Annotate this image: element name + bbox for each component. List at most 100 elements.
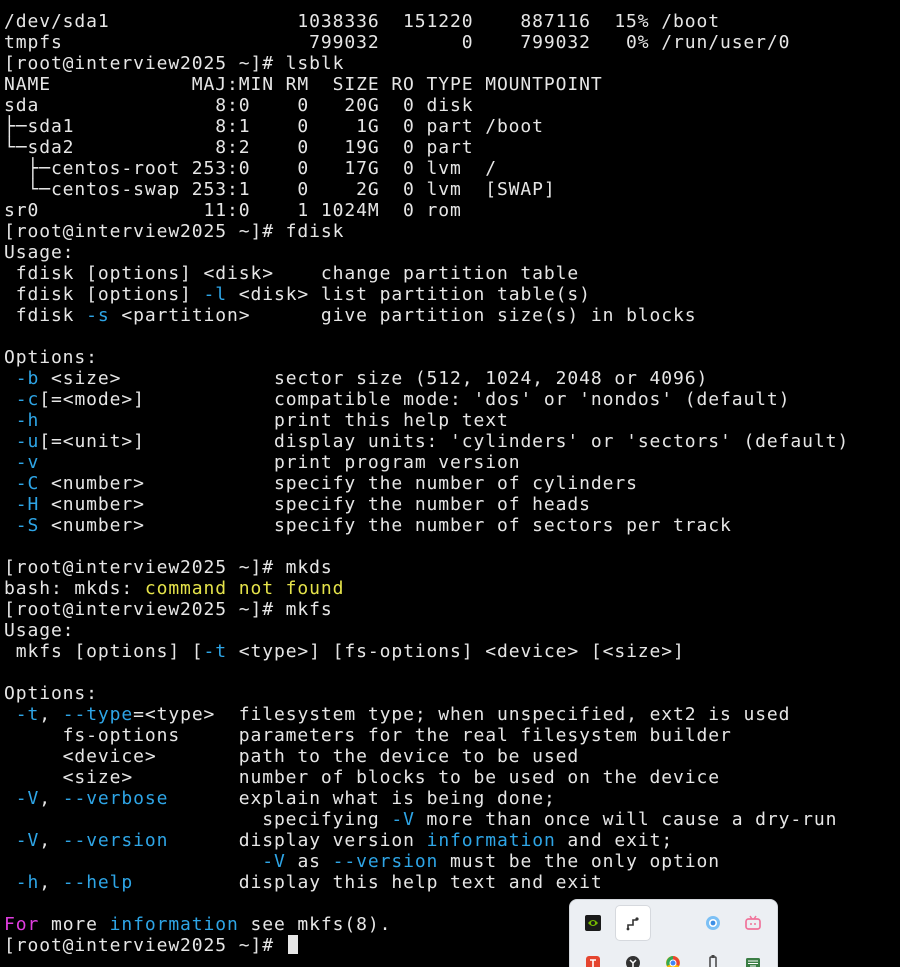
terminal-text: ,: [39, 704, 63, 725]
terminal-line: [root@interview2025 ~]# mkfs: [4, 599, 849, 620]
terminal-text: -v: [15, 452, 40, 473]
terminal-text: [=<unit>] display units: 'cylinders' or …: [39, 431, 850, 452]
terminal-text: command not found: [144, 578, 345, 599]
keyboard-icon[interactable]: [735, 945, 771, 967]
terminal-text: --version: [332, 851, 439, 872]
terminal-text: -H: [15, 494, 40, 515]
terminal-text: explain what is being done;: [168, 788, 556, 809]
terminal-text: -t: [203, 641, 228, 662]
terminal-text: <device> path to the device to be used: [4, 746, 580, 767]
terminal-line: fdisk [options] <disk> change partition …: [4, 263, 849, 284]
terminal-line: Usage:: [4, 242, 849, 263]
terminal-text: display this help text and exit: [133, 872, 603, 893]
terminal-text: <number> specify the number of cylinders: [39, 473, 638, 494]
shield-app-icon[interactable]: [615, 945, 651, 967]
terminal-line: -V, --version display version informatio…: [4, 830, 849, 851]
terminal-line: fdisk -s <partition> give partition size…: [4, 305, 849, 326]
terminal-line: -c[=<mode>] compatible mode: 'dos' or 'n…: [4, 389, 849, 410]
terminal-text: and exit;: [555, 830, 674, 851]
terminal-text: ├─centos-root 253:0 0 17G 0 lvm /: [4, 158, 497, 179]
text-cursor: [287, 935, 298, 954]
terminal-line: -S <number> specify the number of sector…: [4, 515, 849, 536]
terminal-text: fdisk [options]: [4, 284, 204, 305]
terminal-text: more than once will cause a dry-run: [414, 809, 838, 830]
shell-prompt: [root@interview2025 ~]#: [4, 935, 286, 956]
terminal-text: [root@interview2025 ~]# fdisk: [4, 221, 345, 242]
terminal-text: -V: [15, 788, 40, 809]
terminal-line: sda 8:0 0 20G 0 disk: [4, 95, 849, 116]
terminal-line: specifying -V more than once will cause …: [4, 809, 849, 830]
terminal-text: └─centos-swap 253:1 0 2G 0 lvm [SWAP]: [4, 179, 556, 200]
terminal-text: --type: [62, 704, 134, 725]
terminal-text: └─sda2 8:2 0 19G 0 part: [4, 137, 474, 158]
terminal-line: -b <size> sector size (512, 1024, 2048 o…: [4, 368, 849, 389]
terminal-text: -C: [15, 473, 40, 494]
tray-overflow-popup: [569, 899, 778, 967]
terminal-text: mkfs [options] [: [4, 641, 204, 662]
terminal-line: -v print program version: [4, 452, 849, 473]
terminal-line: -H <number> specify the number of heads: [4, 494, 849, 515]
terminal-text: --verbose: [62, 788, 169, 809]
terminal-text: see mkfs(8).: [238, 914, 392, 935]
terminal-line: [root@interview2025 ~]# fdisk: [4, 221, 849, 242]
terminal-text: print program version: [39, 452, 521, 473]
terminal-line: -t, --type=<type> filesystem type; when …: [4, 704, 849, 725]
terminal-line: <size> number of blocks to be used on th…: [4, 767, 849, 788]
terminal-text: -s: [86, 305, 110, 326]
terminal-line: NAME MAJ:MIN RM SIZE RO TYPE MOUNTPOINT: [4, 74, 849, 95]
nvidia-icon[interactable]: [575, 905, 611, 941]
terminal-text: print this help text: [39, 410, 509, 431]
terminal-text: --help: [62, 872, 134, 893]
terminal-window[interactable]: /dev/sda1 1038336 151220 887116 15% /boo…: [0, 0, 900, 967]
terminal-text: -u: [15, 431, 40, 452]
terminal-output[interactable]: /dev/sda1 1038336 151220 887116 15% /boo…: [4, 11, 849, 956]
terminal-text: <number> specify the number of sectors p…: [39, 515, 732, 536]
terminal-text: ,: [39, 830, 63, 851]
terminal-line: ├─centos-root 253:0 0 17G 0 lvm /: [4, 158, 849, 179]
terminal-text: -S: [15, 515, 40, 536]
terminal-line: fdisk [options] -l <disk> list partition…: [4, 284, 849, 305]
terminal-text: more: [39, 914, 110, 935]
terminal-text: <number> specify the number of heads: [39, 494, 591, 515]
terminal-line: fs-options parameters for the real files…: [4, 725, 849, 746]
terminal-text: -h: [15, 872, 40, 893]
terminal-line: -h, --help display this help text and ex…: [4, 872, 849, 893]
terminal-text: bash: mkds:: [4, 578, 145, 599]
terminal-text: [root@interview2025 ~]# mkds: [4, 557, 333, 578]
terminal-text: Options:: [4, 683, 98, 704]
terminal-text: NAME MAJ:MIN RM SIZE RO TYPE MOUNTPOINT: [4, 74, 603, 95]
terminal-text: sr0 11:0 1 1024M 0 rom: [4, 200, 462, 221]
terminal-text: information: [426, 830, 556, 851]
chrome-icon[interactable]: [655, 945, 691, 967]
terminal-text: information: [109, 914, 239, 935]
terminal-text: fdisk: [4, 305, 87, 326]
terminal-text: sda 8:0 0 20G 0 disk: [4, 95, 474, 116]
cloud-sync-icon[interactable]: [695, 905, 731, 941]
pen-tablet-icon[interactable]: [615, 905, 651, 941]
terminal-text: -V: [391, 809, 415, 830]
terminal-line: └─centos-swap 253:1 0 2G 0 lvm [SWAP]: [4, 179, 849, 200]
terminal-line: [root@interview2025 ~]# lsblk: [4, 53, 849, 74]
red-app-icon[interactable]: [575, 945, 611, 967]
terminal-line: -V, --verbose explain what is being done…: [4, 788, 849, 809]
terminal-line: tmpfs 799032 0 799032 0% /run/user/0: [4, 32, 849, 53]
usb-device-icon[interactable]: [695, 945, 731, 967]
terminal-text: Usage:: [4, 242, 75, 263]
terminal-line: Options:: [4, 347, 849, 368]
terminal-text: ,: [39, 872, 63, 893]
bilibili-icon[interactable]: [735, 905, 771, 941]
terminal-text: ,: [39, 788, 63, 809]
